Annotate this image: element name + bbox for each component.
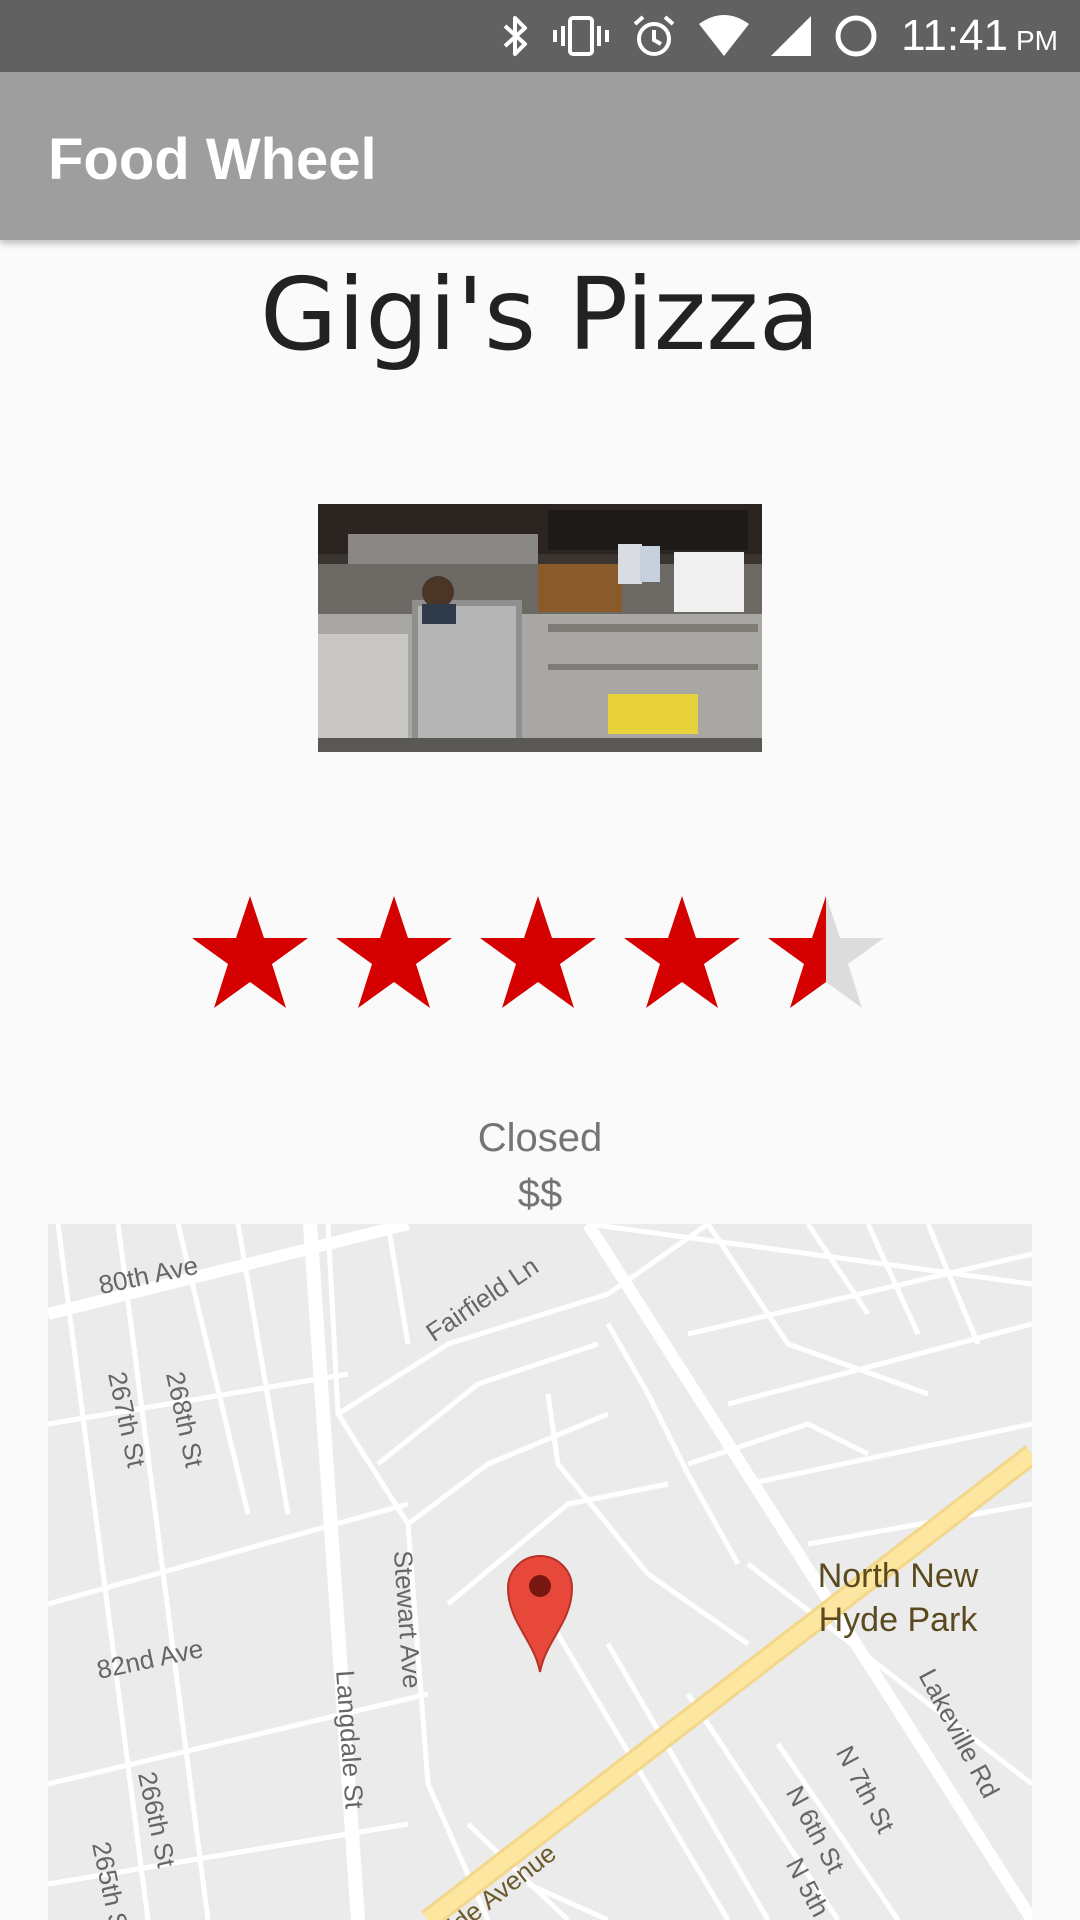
- map-pin-icon[interactable]: [504, 1550, 576, 1674]
- map-view[interactable]: 80th Ave Fairfield Ln 267th St 268th St …: [48, 1224, 1032, 1920]
- price-level: $$: [517, 1172, 563, 1216]
- map-place-label: North New Hyde Park: [817, 1557, 979, 1639]
- status-bar: 11:41 PM: [0, 0, 1080, 72]
- clock: 11:41 PM: [901, 11, 1058, 60]
- star-5-half: [768, 896, 884, 1008]
- star-1: [192, 896, 308, 1008]
- signal-icon: [771, 14, 812, 58]
- app-bar: Food Wheel: [0, 72, 1080, 240]
- restaurant-photo: [318, 504, 762, 752]
- star-3: [480, 896, 596, 1008]
- star-4: [624, 896, 740, 1008]
- bluetooth-icon: [501, 14, 531, 58]
- alarm-icon: [631, 14, 677, 58]
- vibrate-icon: [553, 14, 610, 58]
- open-status: Closed: [477, 1116, 603, 1160]
- restaurant-name: Gigi's Pizza: [259, 256, 821, 373]
- star-2: [336, 896, 452, 1008]
- app-title: Food Wheel: [48, 127, 377, 192]
- wifi-icon: [699, 14, 750, 58]
- battery-saver-icon: [833, 13, 879, 59]
